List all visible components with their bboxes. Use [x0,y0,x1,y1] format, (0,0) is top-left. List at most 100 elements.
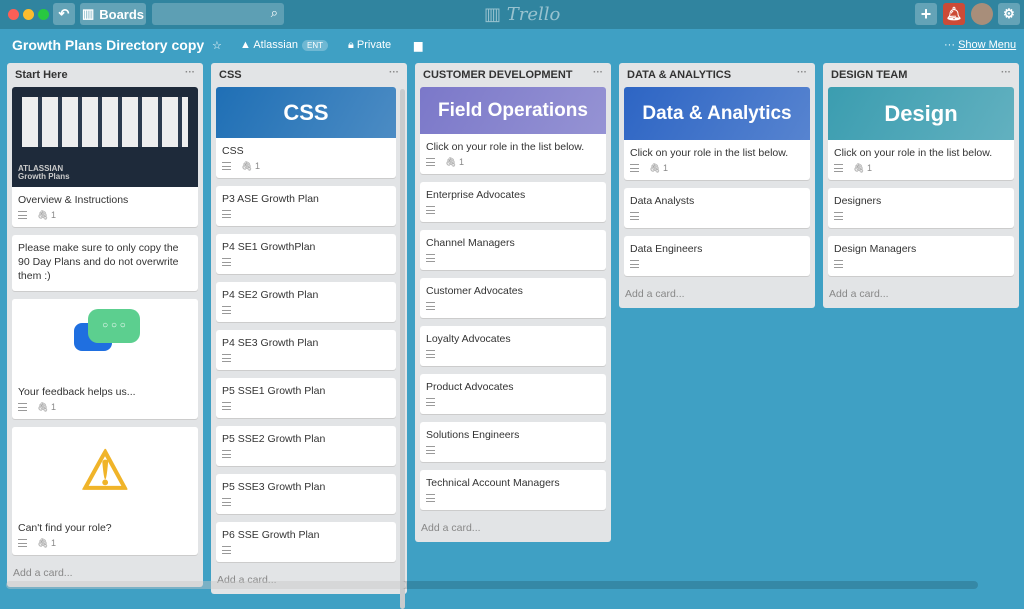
list-header[interactable]: CUSTOMER DEVELOPMENT ··· [415,63,611,87]
paperclip-icon: 🖇︎ [37,209,49,220]
card-title: Enterprise Advocates [426,189,526,201]
list-title[interactable]: DATA & ANALYTICS [627,69,731,81]
card[interactable]: Design Click on your role in the list bel… [828,87,1014,180]
card[interactable]: Channel Managers [420,230,606,270]
card[interactable]: Technical Account Managers [420,470,606,510]
settings-button[interactable]: ⚙ [998,3,1020,25]
card[interactable]: P5 SSE2 Growth Plan [216,426,396,466]
add-card-button[interactable]: Add a card... [823,284,1019,308]
add-card-button[interactable]: Add a card... [415,518,611,542]
card[interactable]: Loyalty Advocates [420,326,606,366]
visibility-button[interactable]: 🔒︎ Private [348,39,391,52]
card[interactable]: P6 SSE Growth Plan [216,522,396,562]
lock-icon: 🔒︎ [348,39,357,51]
card[interactable]: Data Analysts [624,188,810,228]
card-container: Design Click on your role in the list bel… [823,87,1019,276]
cover-text: Field Operations [438,100,588,121]
list-title[interactable]: Start Here [15,69,68,81]
attachment-count: 1 [50,209,56,220]
description-icon [222,546,231,554]
search-icon[interactable]: ⌕ [271,5,278,21]
card[interactable]: P3 ASE Growth Plan [216,186,396,226]
list-header[interactable]: Start Here ··· [7,63,203,87]
boards-button[interactable]: ▥ Boards [80,3,146,25]
add-card-button[interactable]: Add a card... [619,284,815,308]
card-title: Click on your role in the list below. [630,147,789,159]
add-button[interactable]: + [915,3,937,25]
card-badges [216,208,396,226]
card[interactable]: P5 SSE3 Growth Plan [216,474,396,514]
bell-icon: 🔔︎ [945,6,963,21]
list-menu-icon[interactable]: ··· [797,67,807,78]
card[interactable]: P4 SE2 Growth Plan [216,282,396,322]
card[interactable]: Designers [828,188,1014,228]
list-menu-icon[interactable]: ··· [185,67,195,78]
card-title: P4 SE3 Growth Plan [222,337,319,349]
list-menu-icon[interactable]: ··· [1001,67,1011,78]
team-button[interactable]: ▲ Atlassian ENT [240,39,328,51]
list-header[interactable]: DESIGN TEAM ··· [823,63,1019,87]
description-icon [426,398,435,406]
card-title: Design Managers [834,243,917,255]
card[interactable]: Data Engineers [624,236,810,276]
attachment-badge: 🖇︎ 1 [853,163,872,174]
card-badges [420,492,606,510]
attachment-count: 1 [254,160,260,171]
card-badges [420,444,606,462]
video-thumbnail[interactable]: ATLASSIAN Growth Plans [12,87,198,187]
list-title[interactable]: CSS [219,69,242,81]
search-input[interactable]: ⌕ [152,3,284,25]
show-menu-button[interactable]: ··· Show Menu [944,39,1016,51]
card-badges [420,348,606,366]
attachment-count: 1 [662,162,668,173]
list-menu-icon[interactable]: ··· [593,67,603,78]
list-title[interactable]: DESIGN TEAM [831,69,907,81]
list-header[interactable]: CSS ··· [211,63,407,87]
card-badges: 🖇︎ 1 [624,162,810,180]
card[interactable]: ○ ○ ○ Your feedback helps us... 🖇︎ 1 [12,299,198,419]
description-icon [834,260,843,268]
notifications-button[interactable]: 🔔︎ [943,3,965,25]
horizontal-scrollbar[interactable] [6,581,978,589]
card[interactable]: P4 SE1 GrowthPlan [216,234,396,274]
scrollbar-thumb[interactable] [6,581,406,589]
card-badges [828,258,1014,276]
card[interactable]: Field Operations Click on your role in th… [420,87,606,174]
attachment-count: 1 [866,162,872,173]
card[interactable]: ATLASSIAN Growth Plans Overview & Instruc… [12,87,198,227]
card[interactable]: Please make sure to only copy the 90 Day… [12,235,198,291]
butler-icon[interactable]: ▆ [414,39,422,52]
card-title: Please make sure to only copy the 90 Day… [18,242,179,282]
card-title: Channel Managers [426,237,515,249]
card[interactable]: Design Managers [828,236,1014,276]
card-badges [624,210,810,228]
card-badges [420,396,606,414]
card[interactable]: P5 SSE1 Growth Plan [216,378,396,418]
star-icon[interactable]: ☆ [212,39,222,52]
minimize-window-button[interactable] [23,9,34,20]
attachment-badge: 🖇︎ 1 [445,157,464,168]
back-button[interactable]: ↶ [53,3,75,25]
board-title[interactable]: Growth Plans Directory copy [12,37,204,53]
attachment-count: 1 [50,401,56,412]
card[interactable]: P4 SE3 Growth Plan [216,330,396,370]
card-badges [216,352,396,370]
card[interactable]: Customer Advocates [420,278,606,318]
card[interactable]: ⚠ Can't find your role? 🖇︎ 1 [12,427,198,555]
list-scrollbar[interactable] [400,89,405,609]
card-badges: 🖇︎ 1 [12,401,198,419]
card[interactable]: CSS CSS 🖇︎ 1 [216,87,396,178]
list-menu-icon[interactable]: ··· [389,67,399,78]
card[interactable]: Data & Analytics Click on your role in th… [624,87,810,180]
trello-logo[interactable]: ▥ Trello [484,4,560,25]
maximize-window-button[interactable] [38,9,49,20]
logo-text: Trello [506,4,561,25]
avatar[interactable] [971,3,993,25]
card[interactable]: Product Advocates [420,374,606,414]
list-header[interactable]: DATA & ANALYTICS ··· [619,63,815,87]
list-title[interactable]: CUSTOMER DEVELOPMENT [423,69,573,81]
description-icon [222,210,231,218]
card[interactable]: Solutions Engineers [420,422,606,462]
close-window-button[interactable] [8,9,19,20]
card[interactable]: Enterprise Advocates [420,182,606,222]
